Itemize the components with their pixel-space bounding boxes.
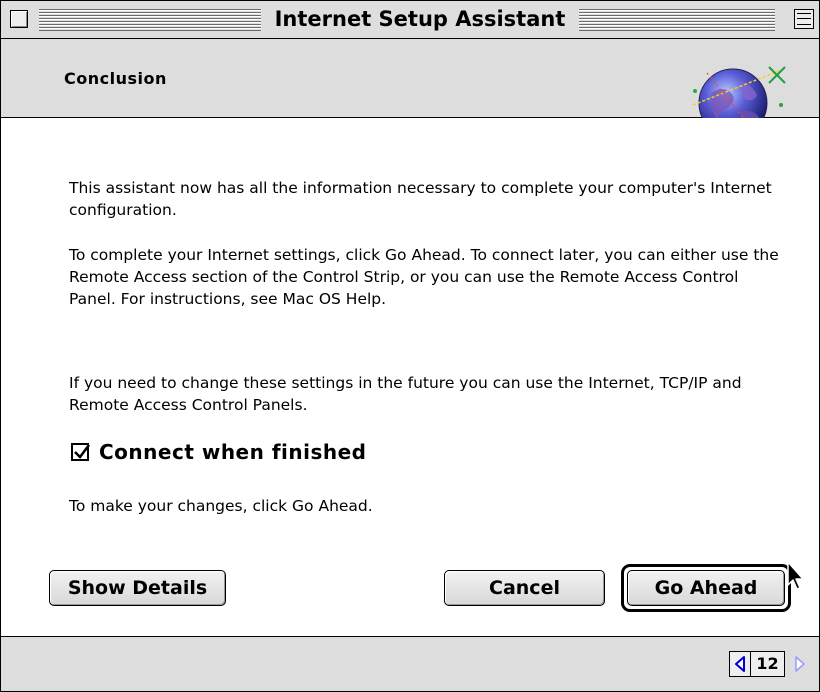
connect-checkbox[interactable] xyxy=(71,443,90,461)
content-pane: This assistant now has all the informati… xyxy=(1,118,819,637)
instructions-paragraph: To complete your Internet settings, clic… xyxy=(69,246,779,308)
title-bar-stripes-right xyxy=(579,9,775,31)
connect-checkbox-row[interactable]: Connect when finished xyxy=(71,440,367,464)
setup-assistant-window: Internet Setup Assistant Conclusion This… xyxy=(0,0,820,692)
mouse-cursor-icon xyxy=(787,561,804,590)
make-changes-paragraph: To make your changes, click Go Ahead. xyxy=(69,497,373,515)
close-box-icon[interactable] xyxy=(10,10,28,28)
title-bar-stripes-left xyxy=(39,9,261,31)
title-bar[interactable]: Internet Setup Assistant xyxy=(1,1,819,39)
previous-page-button[interactable] xyxy=(729,651,751,677)
cancel-button[interactable]: Cancel xyxy=(444,570,605,606)
change-settings-paragraph: If you need to change these settings in … xyxy=(69,374,742,414)
navigation-footer: 12 xyxy=(1,637,819,691)
checkmark-icon xyxy=(74,444,90,459)
page-navigator: 12 xyxy=(729,650,811,678)
collapse-box-icon[interactable] xyxy=(794,9,814,29)
window-title: Internet Setup Assistant xyxy=(261,6,579,32)
triangle-right-icon xyxy=(795,656,805,672)
assistant-header: Conclusion xyxy=(1,39,819,147)
connect-checkbox-label[interactable]: Connect when finished xyxy=(99,440,367,464)
next-page-button[interactable] xyxy=(789,651,811,677)
go-ahead-button[interactable]: Go Ahead xyxy=(627,570,785,606)
page-title: Conclusion xyxy=(64,69,167,88)
intro-paragraph: This assistant now has all the informati… xyxy=(69,179,772,219)
triangle-left-icon xyxy=(735,656,745,672)
show-details-button[interactable]: Show Details xyxy=(49,570,226,606)
page-number: 12 xyxy=(751,651,785,677)
